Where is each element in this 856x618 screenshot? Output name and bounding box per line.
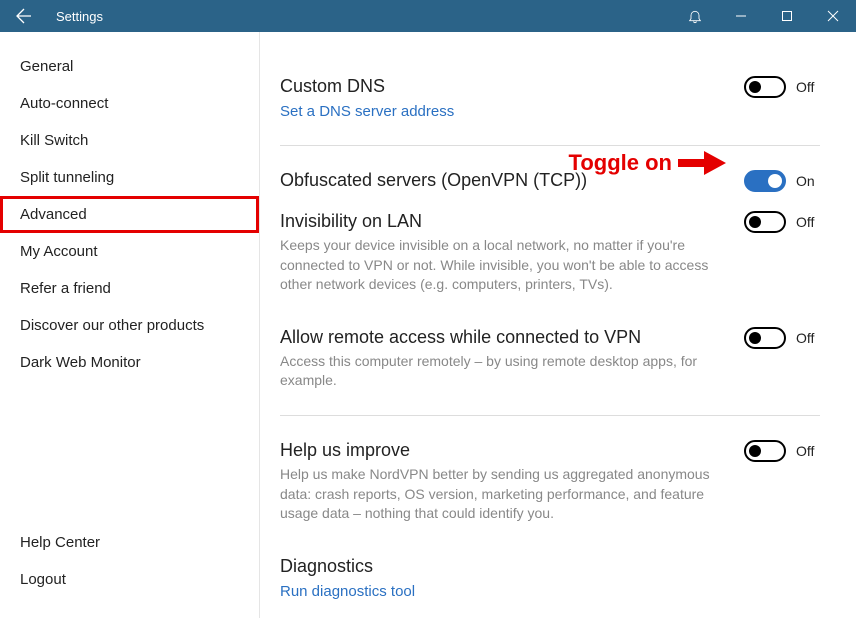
invisibility-desc: Keeps your device invisible on a local n…: [280, 236, 728, 295]
window-title: Settings: [56, 9, 103, 24]
maximize-button[interactable]: [764, 0, 810, 32]
help-improve-state: Off: [796, 443, 820, 459]
titlebar: Settings: [0, 0, 856, 32]
back-button[interactable]: [0, 0, 48, 32]
sidebar-item-discover-products[interactable]: Discover our other products: [0, 307, 259, 344]
sidebar-item-help-center[interactable]: Help Center: [0, 524, 259, 561]
custom-dns-link[interactable]: Set a DNS server address: [280, 103, 454, 120]
sidebar-item-refer-a-friend[interactable]: Refer a friend: [0, 270, 259, 307]
sidebar-item-my-account[interactable]: My Account: [0, 233, 259, 270]
sidebar-item-dark-web-monitor[interactable]: Dark Web Monitor: [0, 344, 259, 381]
custom-dns-state: Off: [796, 79, 820, 95]
content-area: Custom DNS Set a DNS server address Off …: [260, 32, 856, 618]
sidebar-item-logout[interactable]: Logout: [0, 561, 259, 598]
sidebar-item-split-tunneling[interactable]: Split tunneling: [0, 159, 259, 196]
sidebar-item-advanced[interactable]: Advanced: [0, 196, 259, 233]
help-improve-toggle[interactable]: [744, 440, 786, 462]
invisibility-heading: Invisibility on LAN: [280, 211, 728, 232]
obfuscated-heading: Obfuscated servers (OpenVPN (TCP)): [280, 170, 728, 191]
invisibility-state: Off: [796, 214, 820, 230]
custom-dns-heading: Custom DNS: [280, 76, 728, 97]
sidebar-item-general[interactable]: General: [0, 48, 259, 85]
obfuscated-toggle[interactable]: [744, 170, 786, 192]
remote-access-state: Off: [796, 330, 820, 346]
diagnostics-link[interactable]: Run diagnostics tool: [280, 583, 415, 600]
notification-bell-icon[interactable]: [672, 0, 718, 32]
remote-access-desc: Access this computer remotely – by using…: [280, 352, 728, 391]
divider: [280, 145, 820, 146]
minimize-button[interactable]: [718, 0, 764, 32]
help-improve-heading: Help us improve: [280, 440, 728, 461]
diagnostics-heading: Diagnostics: [280, 556, 820, 577]
close-button[interactable]: [810, 0, 856, 32]
help-improve-desc: Help us make NordVPN better by sending u…: [280, 465, 728, 524]
remote-access-toggle[interactable]: [744, 327, 786, 349]
sidebar-item-kill-switch[interactable]: Kill Switch: [0, 122, 259, 159]
obfuscated-state: On: [796, 173, 820, 189]
remote-access-heading: Allow remote access while connected to V…: [280, 327, 728, 348]
custom-dns-toggle[interactable]: [744, 76, 786, 98]
sidebar-item-auto-connect[interactable]: Auto-connect: [0, 85, 259, 122]
divider: [280, 415, 820, 416]
sidebar: General Auto-connect Kill Switch Split t…: [0, 32, 260, 618]
invisibility-toggle[interactable]: [744, 211, 786, 233]
